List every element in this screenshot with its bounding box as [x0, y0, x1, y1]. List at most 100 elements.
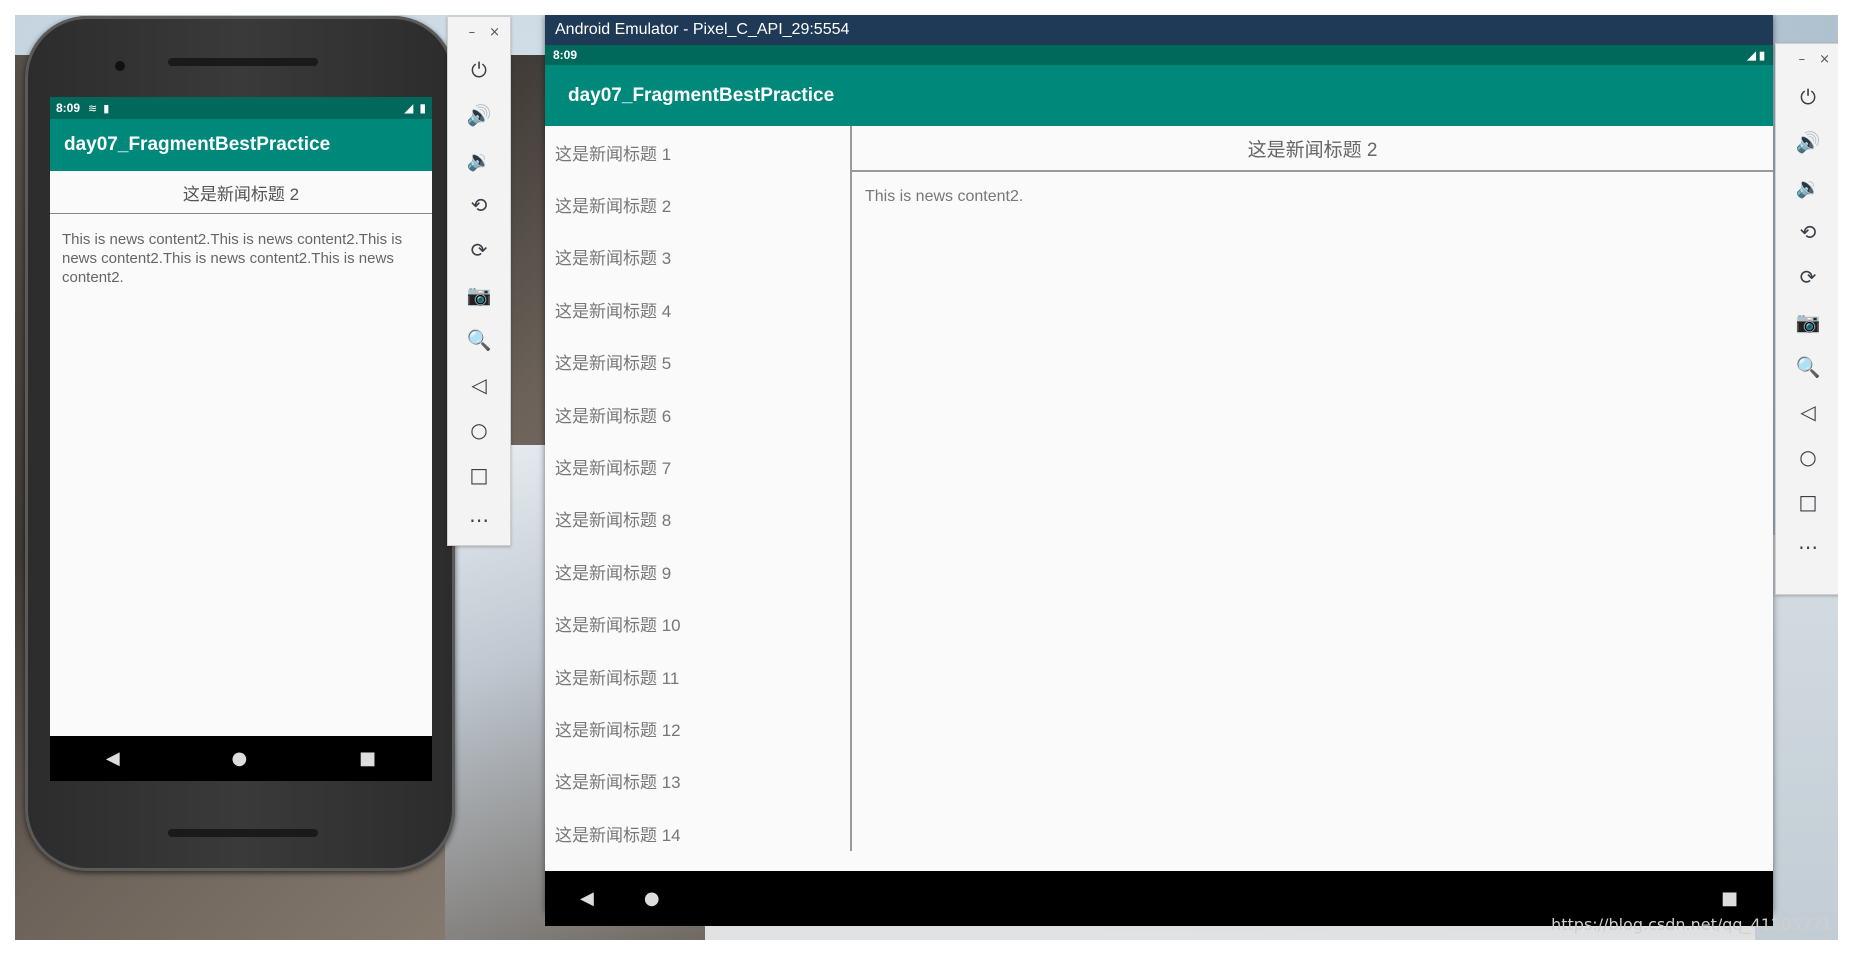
home-button[interactable]: ○ [448, 407, 510, 452]
status-time: 8:09 [56, 101, 81, 115]
news-list-item[interactable]: 这是新闻标题 10 [545, 598, 850, 650]
battery-icon: ▮ [419, 101, 426, 115]
rotate-right-icon: ⟳ [470, 237, 488, 262]
news-list-item[interactable]: 这是新闻标题 6 [545, 388, 850, 440]
close-button[interactable]: × [1819, 52, 1830, 67]
emulator-toolbar-2: – × ⏻ 🔊 🔉 ⟲ ⟳ 📷 🔍 ◁ ○ □ ⋯ [1775, 43, 1838, 595]
news-detail: 这是新闻标题 2 This is news content2. [852, 126, 1773, 851]
nav-recents-icon[interactable]: ■ [359, 748, 376, 769]
watermark: https://blog.csdn.net/qq_41205771 [1551, 915, 1832, 934]
status-time: 8:09 [553, 48, 578, 62]
battery-icon: ◢ ▮ [1747, 49, 1765, 62]
news-list-item[interactable]: 这是新闻标题 3 [545, 231, 850, 283]
volume-up-button[interactable]: 🔊 [448, 92, 510, 137]
zoom-icon: 🔍 [1795, 354, 1821, 379]
back-icon: ◁ [1800, 399, 1816, 424]
camera-button[interactable]: 📷 [1776, 299, 1838, 344]
more-button[interactable]: ⋯ [448, 497, 510, 542]
back-button[interactable]: ◁ [448, 362, 510, 407]
news-list-item[interactable]: 这是新闻标题 11 [545, 650, 850, 702]
signal-icon: ◢ [404, 101, 414, 115]
news-list-item[interactable]: 这是新闻标题 5 [545, 336, 850, 388]
rotate-left-button[interactable]: ⟲ [1776, 209, 1838, 254]
window-title: Android Emulator - Pixel_C_API_29:5554 [555, 21, 850, 38]
power-button[interactable]: ⏻ [448, 47, 510, 92]
back-icon: ◁ [471, 372, 487, 397]
power-button[interactable]: ⏻ [1776, 74, 1838, 119]
phone-status-bar: 8:09 ≋ ▮ ◢ ▮ [50, 97, 432, 119]
more-icon: ⋯ [469, 507, 489, 532]
news-content: This is news content2.This is news conte… [62, 231, 403, 286]
detail-content: This is news content2. [865, 188, 1024, 205]
zoom-icon: 🔍 [466, 327, 492, 352]
rotate-left-icon: ⟲ [470, 192, 488, 217]
rotate-right-button[interactable]: ⟳ [448, 227, 510, 272]
power-icon: ⏻ [1800, 84, 1816, 109]
tablet-body: 这是新闻标题 1 这是新闻标题 2 这是新闻标题 3 这是新闻标题 4 这是新闻标题 5… [545, 126, 1773, 851]
news-list-item[interactable]: 这是新闻标题 1 [545, 126, 850, 178]
news-list-item[interactable]: 这是新闻标题 7 [545, 440, 850, 492]
volume-down-button[interactable]: 🔉 [448, 137, 510, 182]
news-title: 这是新闻标题 2 [50, 171, 432, 214]
news-list-item[interactable]: 这是新闻标题 2 [545, 178, 850, 230]
window-title-bar: Android Emulator - Pixel_C_API_29:5554 [545, 15, 1773, 45]
volume-up-button[interactable]: 🔊 [1776, 119, 1838, 164]
minimize-button[interactable]: – [469, 25, 476, 40]
phone-app-bar: day07_FragmentBestPractice [50, 119, 432, 171]
volume-down-icon: 🔉 [466, 147, 492, 172]
phone-nav-bar: ◀ ● ■ [50, 736, 432, 781]
home-button[interactable]: ○ [1776, 434, 1838, 479]
news-list-item[interactable]: 这是新闻标题 14 [545, 807, 850, 851]
back-button[interactable]: ◁ [1776, 389, 1838, 434]
detail-title: 这是新闻标题 2 [852, 126, 1773, 172]
news-list-item[interactable]: 这是新闻标题 9 [545, 545, 850, 597]
nav-recents-icon[interactable]: ■ [1721, 888, 1738, 909]
rotate-left-icon: ⟲ [1799, 219, 1817, 244]
news-list-item[interactable]: 这是新闻标题 8 [545, 493, 850, 545]
app-title: day07_FragmentBestPractice [568, 84, 835, 106]
rotate-right-button[interactable]: ⟳ [1776, 254, 1838, 299]
sd-card-icon: ▮ [103, 101, 110, 115]
nav-back-icon[interactable]: ◀ [580, 888, 594, 909]
close-button[interactable]: × [489, 25, 500, 40]
overview-button[interactable]: □ [1776, 479, 1838, 524]
volume-down-button[interactable]: 🔉 [1776, 164, 1838, 209]
app-title: day07_FragmentBestPractice [64, 134, 331, 155]
emulator-toolbar-1: – × ⏻ 🔊 🔉 ⟲ ⟳ 📷 🔍 ◁ ○ □ ⋯ [447, 16, 511, 546]
volume-down-icon: 🔉 [1795, 174, 1821, 199]
nav-back-icon[interactable]: ◀ [106, 748, 120, 769]
nav-home-icon[interactable]: ● [644, 888, 660, 909]
rotate-right-icon: ⟳ [1799, 264, 1817, 289]
overview-button[interactable]: □ [448, 452, 510, 497]
more-button[interactable]: ⋯ [1776, 524, 1838, 569]
tablet-status-bar: 8:09 ◢ ▮ [545, 45, 1773, 65]
camera-icon: 📷 [466, 282, 492, 307]
minimize-button[interactable]: – [1799, 52, 1806, 67]
news-list-item[interactable]: 这是新闻标题 12 [545, 702, 850, 754]
tablet-emulator-window: Android Emulator - Pixel_C_API_29:5554 8… [545, 15, 1773, 926]
overview-icon: □ [1798, 489, 1818, 514]
home-icon: ○ [470, 417, 488, 442]
zoom-button[interactable]: 🔍 [1776, 344, 1838, 389]
camera-icon: 📷 [1795, 309, 1821, 334]
camera-button[interactable]: 📷 [448, 272, 510, 317]
phone-emulator: 8:09 ≋ ▮ ◢ ▮ day07_FragmentBestPractice … [25, 16, 455, 871]
volume-up-icon: 🔊 [466, 102, 492, 127]
news-list-item[interactable]: 这是新闻标题 4 [545, 283, 850, 335]
overview-icon: □ [469, 462, 489, 487]
nav-home-icon[interactable]: ● [232, 748, 248, 769]
home-icon: ○ [1799, 444, 1817, 469]
zoom-button[interactable]: 🔍 [448, 317, 510, 362]
wifi-icon: ≋ [88, 101, 98, 115]
desktop: 8:09 ≋ ▮ ◢ ▮ day07_FragmentBestPractice … [15, 15, 1838, 940]
rotate-left-button[interactable]: ⟲ [448, 182, 510, 227]
power-icon: ⏻ [471, 57, 487, 82]
news-title-list: 这是新闻标题 1 这是新闻标题 2 这是新闻标题 3 这是新闻标题 4 这是新闻标题 5… [545, 126, 852, 851]
bottom-speaker [168, 829, 318, 837]
volume-up-icon: 🔊 [1795, 129, 1821, 154]
top-speaker [168, 58, 318, 66]
camera-dot [115, 61, 125, 71]
phone-screen: 8:09 ≋ ▮ ◢ ▮ day07_FragmentBestPractice … [50, 97, 432, 781]
more-icon: ⋯ [1798, 534, 1818, 559]
news-list-item[interactable]: 这是新闻标题 13 [545, 755, 850, 807]
